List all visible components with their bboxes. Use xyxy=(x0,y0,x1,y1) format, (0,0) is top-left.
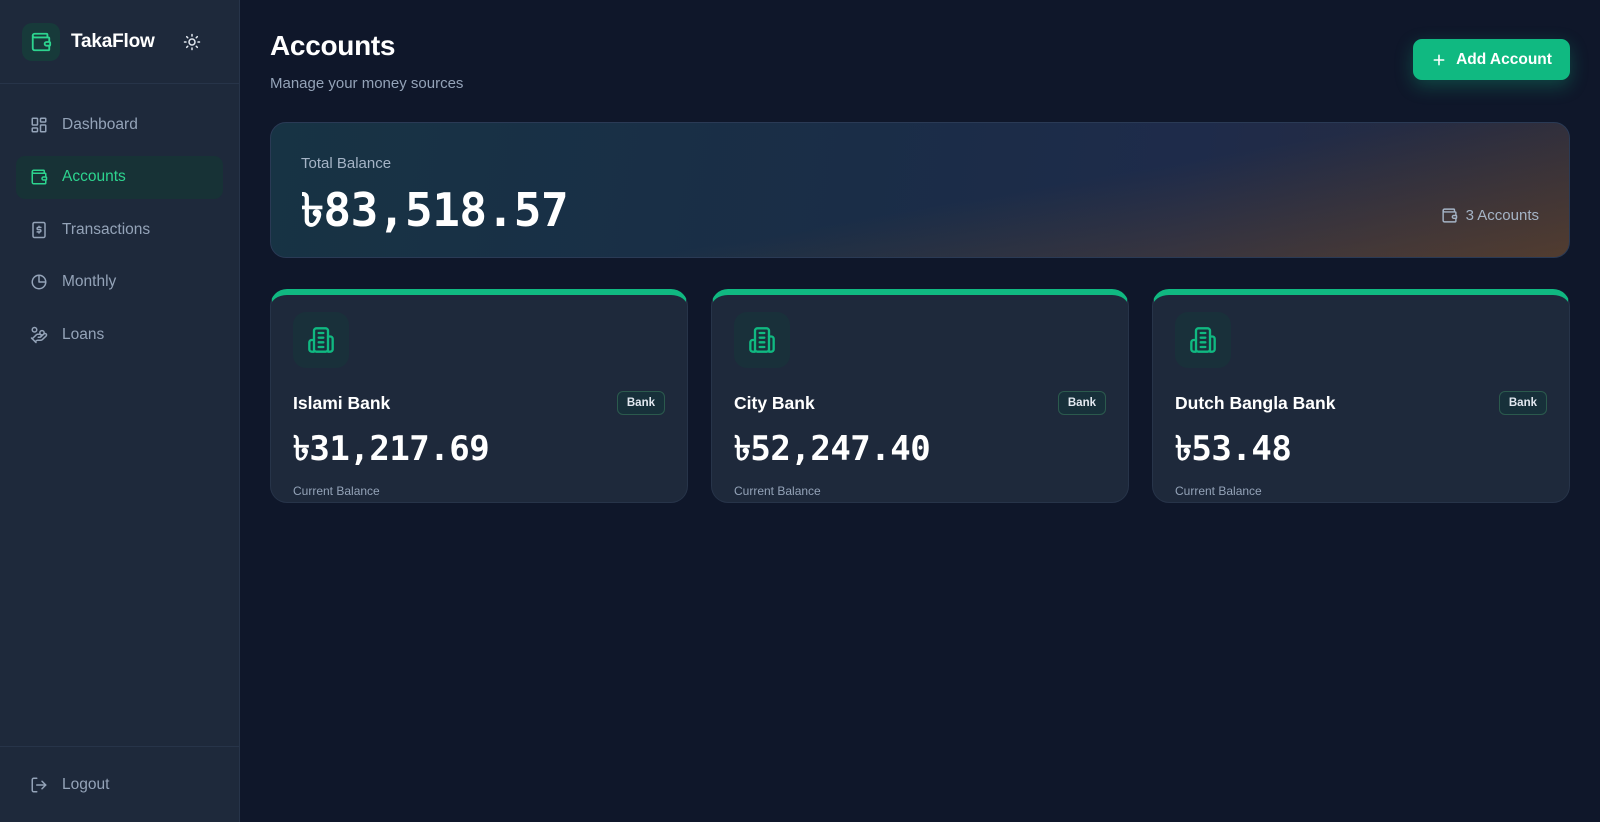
total-balance-value: ৳83,518.57 xyxy=(301,183,569,237)
sidebar-item-transactions[interactable]: Transactions xyxy=(16,208,223,251)
sidebar-footer: Logout xyxy=(0,746,239,822)
dashboard-icon xyxy=(30,116,48,134)
account-balance: ৳53.48 xyxy=(1175,429,1292,469)
account-balance: ৳52,247.40 xyxy=(734,429,931,469)
page-header: Accounts Manage your money sources xyxy=(270,0,1570,122)
page-subtitle: Manage your money sources xyxy=(270,75,464,92)
sidebar-item-accounts[interactable]: Accounts xyxy=(16,155,223,199)
bank-building-icon xyxy=(1175,312,1231,368)
brand: TakaFlow xyxy=(0,0,239,84)
wallet-icon xyxy=(1441,207,1466,224)
account-name: Dutch Bangla Bank xyxy=(1175,392,1336,413)
logout-label: Logout xyxy=(62,775,110,793)
pie-chart-icon xyxy=(30,273,48,291)
sidebar-item-label: Monthly xyxy=(62,273,117,290)
page-title: Accounts xyxy=(270,30,396,61)
account-balance: ৳31,217.69 xyxy=(293,429,490,469)
brand-name: TakaFlow xyxy=(71,30,155,52)
account-type-badge: Bank xyxy=(1498,391,1547,415)
account-count: 3 Accounts xyxy=(1441,207,1539,224)
total-balance-card: Total Balance ৳83,518.57 3 Accounts xyxy=(270,122,1570,258)
account-card[interactable]: City Bank Bank ৳52,247.40 Current Balanc… xyxy=(711,289,1129,503)
receipt-icon xyxy=(30,221,48,239)
account-count-label: 3 Accounts xyxy=(1465,207,1539,224)
sidebar-item-label: Accounts xyxy=(62,168,126,185)
main-content: Accounts Manage your money sources Add A… xyxy=(240,0,1600,822)
sidebar-item-dashboard[interactable]: Dashboard xyxy=(16,103,223,146)
account-cards: Islami Bank Bank ৳31,217.69 Current Bala… xyxy=(270,289,1570,503)
sidebar-item-loans[interactable]: Loans xyxy=(16,313,223,356)
app-root: TakaFlow Dashboard Accounts Transactions… xyxy=(0,0,1600,822)
add-account-label: Add Account xyxy=(1456,50,1552,68)
account-card[interactable]: Dutch Bangla Bank Bank ৳53.48 Current Ba… xyxy=(1152,289,1570,503)
account-name: City Bank xyxy=(734,392,815,413)
account-balance-label: Current Balance xyxy=(734,484,821,498)
bank-building-icon xyxy=(734,312,790,368)
plus-icon xyxy=(1431,52,1456,68)
add-account-button[interactable]: Add Account xyxy=(1413,39,1570,80)
sidebar: TakaFlow Dashboard Accounts Transactions… xyxy=(0,0,240,822)
account-balance-label: Current Balance xyxy=(1175,484,1262,498)
sidebar-nav: Dashboard Accounts Transactions Monthly xyxy=(0,84,239,746)
account-name: Islami Bank xyxy=(293,392,391,413)
wallet-icon xyxy=(22,22,60,61)
account-card[interactable]: Islami Bank Bank ৳31,217.69 Current Bala… xyxy=(270,289,688,503)
theme-toggle-button[interactable] xyxy=(177,27,207,57)
sidebar-item-label: Loans xyxy=(62,325,105,343)
sidebar-item-monthly[interactable]: Monthly xyxy=(16,261,223,304)
account-balance-label: Current Balance xyxy=(293,484,380,498)
account-type-badge: Bank xyxy=(1057,391,1106,415)
account-type-badge: Bank xyxy=(616,391,665,415)
sidebar-item-label: Dashboard xyxy=(62,115,138,133)
bank-building-icon xyxy=(293,312,349,368)
logout-button[interactable]: Logout xyxy=(16,763,223,806)
logout-icon xyxy=(30,776,48,794)
total-balance-label: Total Balance xyxy=(301,155,392,172)
sun-icon xyxy=(183,33,201,51)
hand-coins-icon xyxy=(30,326,48,344)
sidebar-item-label: Transactions xyxy=(62,220,151,238)
wallet-icon xyxy=(30,168,48,186)
